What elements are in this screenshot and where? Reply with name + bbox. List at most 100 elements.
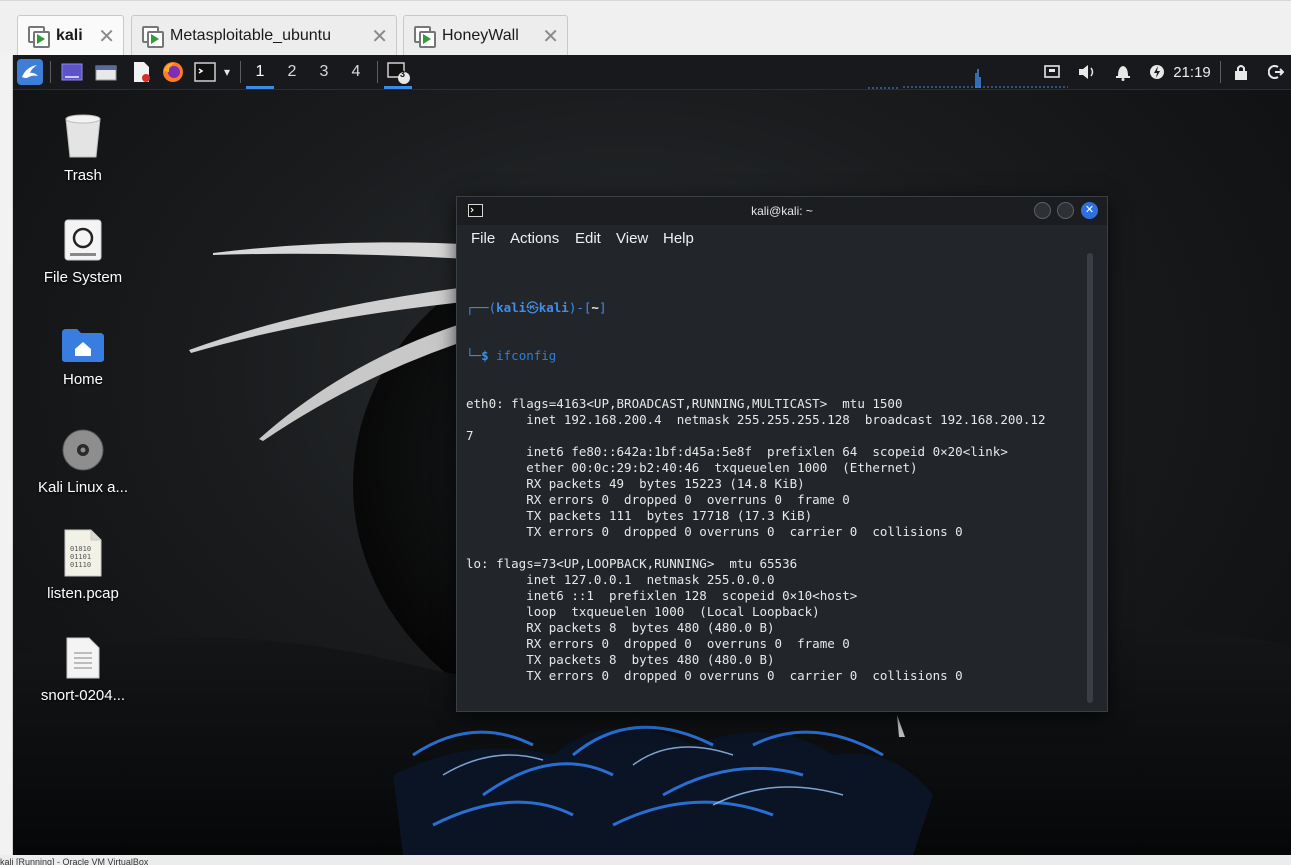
active-indicator [384, 86, 412, 89]
close-icon[interactable]: ✕ [542, 24, 559, 49]
minimize-button[interactable] [1034, 202, 1051, 219]
vm-tab-label: Metasploitable_ubuntu [170, 27, 332, 44]
desktop-icon-label: Kali Linux a... [37, 479, 129, 496]
drive-icon [64, 219, 102, 261]
terminal-icon [387, 62, 410, 84]
terminal-window[interactable]: kali@kali: ~ ✕ File Actions Edit View He… [456, 196, 1108, 712]
text-editor-icon [134, 62, 150, 82]
desktop-icon-label: listen.pcap [47, 585, 119, 602]
kali-desktop: ▾ 1 2 3 4 3 21:19 Trash File System Home… [13, 55, 1291, 855]
desktop-icon-trash[interactable]: Trash [28, 113, 138, 184]
top-panel: ▾ 1 2 3 4 3 21:19 [13, 55, 1291, 90]
workspace-2[interactable]: 2 [277, 55, 307, 89]
menu-view[interactable]: View [616, 230, 648, 247]
prompt-line: ┌──(kali㉿kali)-[~] [466, 300, 607, 315]
notification-bell-icon[interactable] [1111, 55, 1135, 89]
window-count-badge: 3 [400, 69, 406, 79]
output-line: TX errors 0 dropped 0 overruns 0 carrier… [466, 668, 963, 683]
output-line: inet6 ::1 prefixlen 128 scopeid 0×10<hos… [466, 588, 858, 603]
workspace-4[interactable]: 4 [341, 55, 371, 89]
vm-running-icon [414, 26, 436, 48]
disc-icon [62, 429, 104, 471]
taskbar-terminal-button[interactable]: 3 [382, 55, 414, 89]
workspace-1[interactable]: 1 [245, 55, 275, 89]
desktop-icon [61, 63, 83, 81]
window-title: kali@kali: ~ [751, 204, 813, 218]
command-line: └─$ ifconfig [466, 348, 557, 363]
desktop-icon-label: snort-0204... [40, 687, 126, 704]
show-desktop-button[interactable] [57, 55, 87, 89]
output-line: loop txqueuelen 1000 (Local Loopback) [466, 604, 820, 619]
output-line: RX packets 8 bytes 480 (480.0 B) [466, 620, 775, 635]
command-output: eth0: flags=4163<UP,BROADCAST,RUNNING,MU… [466, 396, 1086, 708]
output-line: RX packets 49 bytes 15223 (14.8 KiB) [466, 476, 805, 491]
vm-tab-metasploitable[interactable]: Metasploitable_ubuntu ✕ [131, 15, 397, 56]
volume-icon[interactable] [1075, 55, 1099, 89]
vm-running-icon [28, 26, 50, 48]
output-line: eth0: flags=4163<UP,BROADCAST,RUNNING,MU… [466, 396, 903, 411]
menu-edit[interactable]: Edit [575, 230, 601, 247]
host-status-bar: kali [Running] - Oracle VM VirtualBox [0, 855, 1291, 865]
desktop-icon-listen-pcap[interactable]: 01010 01101 01110 listen.pcap [28, 529, 138, 602]
desktop-icon-label: Trash [64, 167, 102, 184]
lock-icon[interactable] [1229, 55, 1253, 89]
output-line: ether 00:0c:29:b2:40:46 txqueuelen 1000 … [466, 460, 918, 475]
output-line: TX packets 8 bytes 480 (480.0 B) [466, 652, 775, 667]
vm-tab-honeywall[interactable]: HoneyWall ✕ [403, 15, 568, 56]
logout-icon[interactable] [1264, 55, 1288, 89]
output-line: TX packets 111 bytes 17718 (17.3 KiB) [466, 508, 813, 523]
power-status-icon[interactable] [1146, 55, 1168, 89]
scrollbar[interactable] [1087, 253, 1093, 703]
file-manager-button[interactable] [91, 55, 121, 89]
kali-menu-button[interactable] [16, 55, 44, 89]
output-line: inet 127.0.0.1 netmask 255.0.0.0 [466, 572, 775, 587]
status-text: kali [Running] - Oracle VM VirtualBox [0, 857, 149, 865]
desktop-icon-kali-linux-disc[interactable]: Kali Linux a... [28, 429, 138, 496]
binary-text: 01010 [70, 545, 91, 553]
command-text: ifconfig [496, 348, 557, 363]
menu-help[interactable]: Help [663, 230, 694, 247]
desktop-icon-label: Home [62, 371, 103, 388]
desktop-icon-snort-log[interactable]: snort-0204... [28, 637, 138, 704]
network-graph [868, 69, 1068, 89]
clock[interactable]: 21:19 [1171, 55, 1213, 89]
output-line: RX errors 0 dropped 0 overruns 0 frame 0 [466, 636, 850, 651]
output-line: 7 [466, 428, 474, 443]
vm-tab-label: kali [56, 27, 83, 44]
binary-file-icon: 01010 01101 01110 [64, 529, 102, 577]
close-button[interactable]: ✕ [1081, 202, 1098, 219]
vm-tab-strip: kali ✕ Metasploitable_ubuntu ✕ HoneyWall… [0, 0, 1291, 56]
text-editor-button[interactable] [127, 55, 155, 89]
terminal-output[interactable]: ┌──(kali㉿kali)-[~] └─$ ifconfig eth0: fl… [466, 268, 1086, 708]
menu-file[interactable]: File [471, 230, 495, 247]
host-left-gutter [0, 55, 13, 855]
network-tray-icon[interactable] [1040, 55, 1064, 89]
close-icon[interactable]: ✕ [371, 24, 388, 49]
terminal-menubar: File Actions Edit View Help [457, 225, 1107, 255]
terminal-titlebar[interactable]: kali@kali: ~ ✕ [457, 197, 1107, 225]
terminal-launcher-button[interactable] [191, 55, 219, 89]
firefox-button[interactable] [159, 55, 187, 89]
workspace-3[interactable]: 3 [309, 55, 339, 89]
vm-running-icon [142, 26, 164, 48]
vm-tab-kali[interactable]: kali ✕ [17, 15, 124, 56]
terminal-icon [194, 62, 216, 82]
output-line: lo: flags=73<UP,LOOPBACK,RUNNING> mtu 65… [466, 556, 798, 571]
chevron-down-icon[interactable]: ▾ [218, 55, 236, 89]
output-line: RX errors 0 dropped 0 overruns 0 frame 0 [466, 492, 850, 507]
vm-tab-label: HoneyWall [442, 27, 519, 44]
kali-dragon-icon [17, 59, 43, 85]
output-line: inet6 fe80::642a:1bf:d45a:5e8f prefixlen… [466, 444, 1008, 459]
desktop-icon-home[interactable]: Home [28, 327, 138, 388]
close-icon[interactable]: ✕ [98, 24, 115, 49]
trash-icon [65, 114, 101, 158]
desktop-icon-file-system[interactable]: File System [28, 219, 138, 286]
output-line: inet 192.168.200.4 netmask 255.255.255.1… [466, 412, 1046, 427]
desktop-icon-label: File System [43, 269, 123, 286]
maximize-button[interactable] [1057, 202, 1074, 219]
menu-actions[interactable]: Actions [510, 230, 559, 247]
binary-text: 01110 [70, 561, 91, 569]
